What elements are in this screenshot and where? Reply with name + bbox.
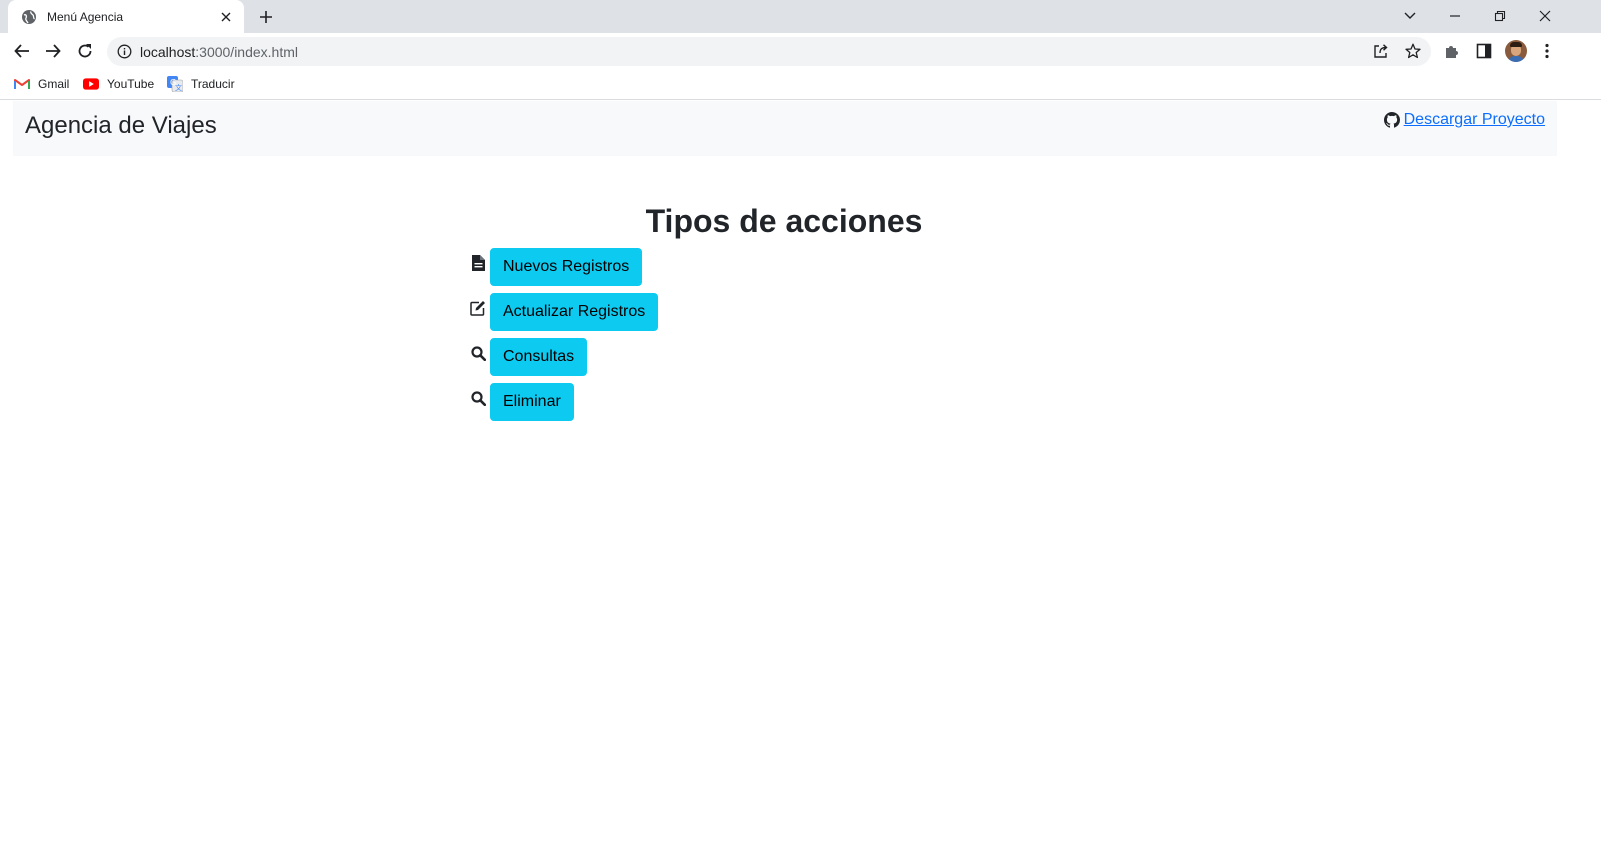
site-navbar: Agencia de Viajes Descargar Proyecto [13,101,1557,156]
file-text-icon [470,255,486,271]
bookmark-star-icon[interactable] [1404,42,1422,60]
bookmark-traducir[interactable]: G文 Traducir [167,75,235,93]
tab-strip: Menú Agencia [0,0,1601,33]
consultas-button[interactable]: Consultas [490,338,588,376]
github-icon [1383,112,1400,128]
bookmark-label: YouTube [107,77,155,91]
tab-search-chevron-icon[interactable] [1400,6,1420,26]
share-icon[interactable] [1372,42,1390,60]
close-window-icon[interactable] [1535,6,1555,26]
new-tab-icon[interactable] [256,7,276,27]
browser-window: Menú Agencia localhost:3000/index.html G… [0,0,1601,845]
globe-icon [21,9,37,25]
action-row-consultas: Consultas [470,338,588,376]
eliminar-button[interactable]: Eliminar [490,383,574,421]
more-menu-icon[interactable] [1537,41,1557,61]
forward-arrow-icon[interactable] [43,41,63,61]
url-path: :3000/index.html [195,44,298,60]
bookmark-label: Gmail [38,77,70,91]
bookmarks-bar: Gmail YouTube G文 Traducir [0,69,1601,100]
url-host: localhost [140,44,196,60]
download-project: Descargar Proyecto [1383,111,1545,129]
bookmark-label: Traducir [191,77,235,91]
google-translate-icon: G文 [167,76,183,92]
side-panel-icon[interactable] [1474,41,1494,61]
tab-title: Menú Agencia [47,9,124,24]
gmail-icon [14,76,30,92]
bookmark-gmail[interactable]: Gmail [14,75,69,93]
actualizar-registros-button[interactable]: Actualizar Registros [490,293,659,331]
site-info-icon[interactable] [117,44,132,59]
page-content: Agencia de Viajes Descargar Proyecto Tip… [0,101,1601,845]
browser-tab[interactable]: Menú Agencia [8,0,244,33]
url-text[interactable]: localhost:3000/index.html [140,44,298,60]
browser-toolbar: localhost:3000/index.html [0,33,1601,69]
action-row-eliminar: Eliminar [470,383,574,421]
youtube-icon [83,76,99,92]
svg-text:文: 文 [175,83,182,92]
navbar-brand[interactable]: Agencia de Viajes [25,112,217,140]
search-icon [470,345,486,361]
download-project-link[interactable]: Descargar Proyecto [1404,111,1545,129]
nuevos-registros-button[interactable]: Nuevos Registros [490,248,643,286]
close-tab-icon[interactable] [218,9,234,25]
search-icon [470,390,486,406]
back-arrow-icon[interactable] [12,41,32,61]
action-row-nuevos: Nuevos Registros [470,248,643,286]
extensions-puzzle-icon[interactable] [1442,41,1462,61]
action-row-actualizar: Actualizar Registros [470,293,659,331]
restore-icon[interactable] [1490,6,1510,26]
page-title: Tipos de acciones [645,203,923,239]
reload-icon[interactable] [75,41,95,61]
bookmark-youtube[interactable]: YouTube [83,75,154,93]
minimize-icon[interactable] [1445,6,1465,26]
address-bar[interactable]: localhost:3000/index.html [107,37,1431,66]
profile-avatar[interactable] [1505,40,1527,62]
edit-icon [470,300,486,316]
